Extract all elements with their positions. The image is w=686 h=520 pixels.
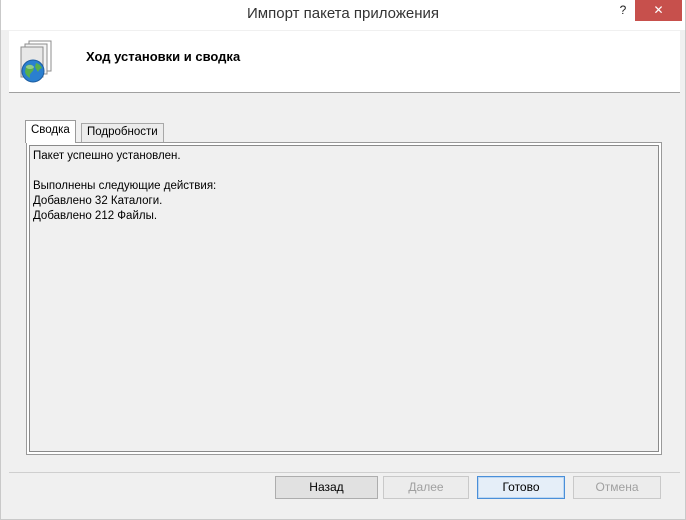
- summary-line: Пакет успешно установлен.: [33, 150, 181, 162]
- tab-panel: Пакет успешно установлен. Выполнены след…: [26, 142, 662, 455]
- footer-divider: [9, 472, 680, 473]
- page-title: Ход установки и сводка: [86, 49, 241, 64]
- summary-line: Выполнены следующие действия:: [33, 180, 217, 192]
- summary-line: [33, 164, 655, 179]
- finish-button[interactable]: Готово: [477, 476, 565, 499]
- next-button[interactable]: Далее: [383, 476, 469, 499]
- package-globe-icon: [20, 40, 52, 83]
- tab-summary[interactable]: Сводка: [25, 120, 76, 143]
- summary-textbox[interactable]: Пакет успешно установлен. Выполнены след…: [29, 145, 659, 452]
- summary-line: Добавлено 32 Каталоги.: [33, 195, 163, 207]
- window-title: Импорт пакета приложения: [247, 5, 439, 22]
- import-package-dialog: Импорт пакета приложения ? ✕ Ход установ…: [0, 0, 686, 520]
- help-button[interactable]: ?: [613, 3, 633, 21]
- tab-details[interactable]: Подробности: [81, 123, 164, 142]
- title-bar: Импорт пакета приложения ? ✕: [1, 0, 685, 30]
- wizard-header: Ход установки и сводка: [9, 31, 680, 93]
- close-button[interactable]: ✕: [635, 0, 682, 21]
- summary-line: Добавлено 212 Файлы.: [33, 210, 158, 222]
- back-button[interactable]: Назад: [275, 476, 378, 499]
- content-area: Сводка Подробности Пакет успешно установ…: [9, 94, 680, 472]
- cancel-button[interactable]: Отмена: [573, 476, 661, 499]
